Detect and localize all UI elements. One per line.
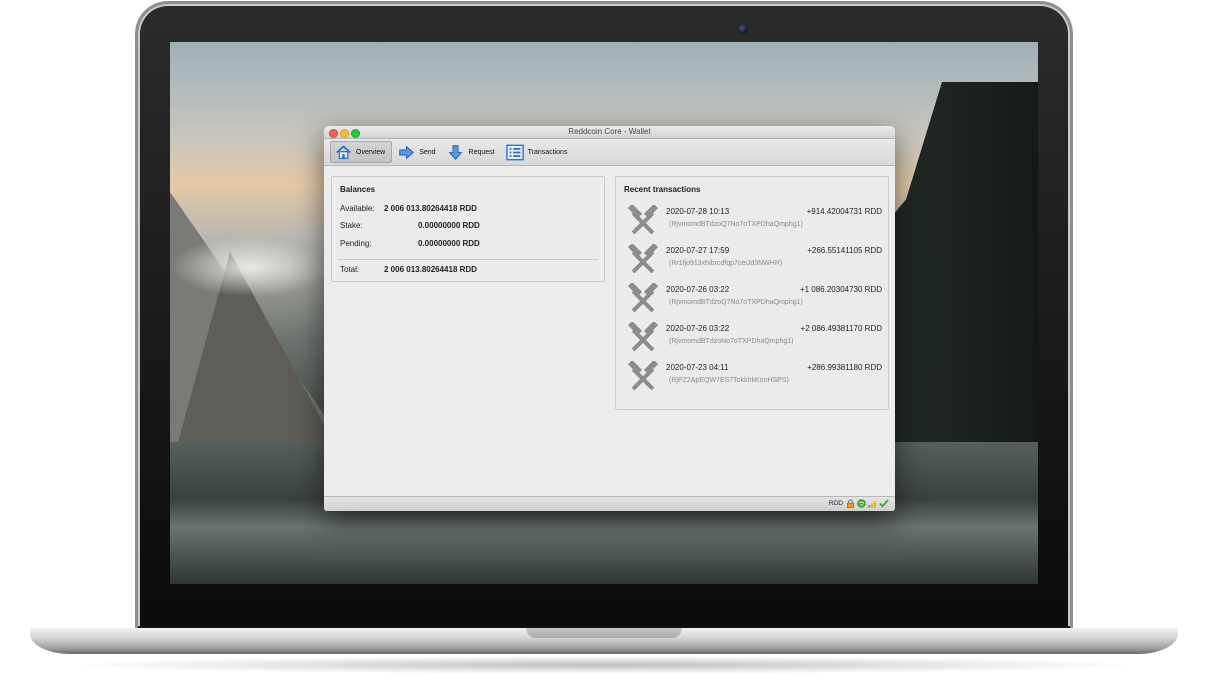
lock-icon (846, 499, 855, 508)
tab-request[interactable]: Request (444, 141, 501, 163)
total-value: 2 006 013.80264418 RDD (384, 265, 477, 274)
total-label: Total: (340, 265, 360, 274)
mined-hammers-icon (626, 203, 660, 239)
window-title: Reddcoin Core - Wallet (568, 127, 651, 136)
transaction-amount: +914.42004731 RDD (806, 207, 882, 216)
available-label: Available: (340, 204, 375, 213)
transaction-address: (RjvmomdBTdzoNo7oTXPDhaQmphg1) (669, 338, 794, 345)
window-titlebar[interactable]: Reddcoin Core - Wallet (324, 126, 895, 139)
tab-request-label: Request (468, 148, 495, 156)
transaction-address: (RjvmomdBTdzoQ7No7oTXPDhaQmphg1) (669, 299, 803, 306)
display-unit-selector[interactable]: RDD (829, 500, 843, 507)
wallet-window: Reddcoin Core - Wallet Overview Send Req… (324, 126, 895, 511)
transactions-list-icon (505, 143, 524, 161)
transaction-amount: +1 086.20304730 RDD (799, 285, 882, 294)
transaction-amount: +266.55141105 RDD (807, 246, 882, 255)
balances-panel: Balances Available: 2 006 013.80264418 R… (331, 176, 605, 282)
pending-label: Pending: (340, 239, 372, 248)
transaction-address: (RjPZ2ApEQW7ES7TokkhkKonHSPS) (669, 377, 789, 384)
staking-globe-icon (857, 499, 866, 508)
transaction-row[interactable]: 2020-07-26 03:22 +1 086.20304730 RDD (Rj… (624, 281, 882, 317)
transaction-date: 2020-07-26 03:22 (666, 324, 730, 333)
transaction-row[interactable]: 2020-07-28 10:13 +914.42004731 RDD (Rjvm… (624, 203, 882, 239)
balances-divider (338, 259, 598, 260)
laptop-notch (526, 628, 682, 638)
receive-arrow-icon (447, 143, 465, 161)
mined-hammers-icon (626, 359, 660, 395)
transaction-amount: +2 086.49381170 RDD (800, 324, 882, 333)
tab-send[interactable]: Send (394, 141, 441, 163)
transaction-row[interactable]: 2020-07-26 03:22 +2 086.49381170 RDD (Rj… (624, 320, 882, 356)
mined-hammers-icon (626, 320, 660, 356)
transaction-date: 2020-07-26 03:22 (666, 285, 730, 294)
mined-hammers-icon (626, 281, 660, 317)
overview-page: Balances Available: 2 006 013.80264418 R… (324, 166, 895, 499)
recent-transactions-title: Recent transactions (624, 185, 701, 194)
stake-label: Stake: (340, 221, 363, 230)
send-arrow-icon (397, 143, 415, 161)
balances-title: Balances (340, 185, 376, 194)
transaction-date: 2020-07-27 17:59 (666, 246, 730, 255)
pending-value: 0.00000000 RDD (418, 239, 480, 248)
transaction-row[interactable]: 2020-07-27 17:59 +266.55141105 RDD (Rr1f… (624, 242, 882, 278)
camera-icon (738, 24, 748, 34)
transaction-row[interactable]: 2020-07-23 04:11 +286.99381180 RDD (RjPZ… (624, 359, 882, 395)
available-value: 2 006 013.80264418 RDD (384, 204, 477, 213)
transaction-address: (Rr1fjo913xhibrcdfqp7ceiJd3NWHR) (669, 260, 783, 267)
laptop-shadow (60, 656, 1148, 674)
wallpaper-mist (170, 237, 330, 297)
mined-hammers-icon (626, 242, 660, 278)
transaction-amount: +286.99381180 RDD (807, 363, 882, 372)
transaction-date: 2020-07-23 04:11 (666, 363, 729, 372)
signal-bars-icon (868, 499, 877, 508)
tab-overview[interactable]: Overview (330, 141, 393, 163)
main-toolbar: Overview Send Request Transactions (324, 139, 895, 166)
synced-check-icon (879, 499, 889, 508)
status-bar: RDD (324, 496, 895, 511)
transaction-date: 2020-07-28 10:13 (666, 207, 730, 216)
tab-transactions-label: Transactions (527, 148, 568, 156)
home-icon (334, 143, 352, 161)
transaction-address: (RjvmomdBTdzoQ7No7oTXPDhaQmphg1) (669, 221, 803, 228)
tab-overview-label: Overview (356, 148, 386, 156)
tab-send-label: Send (419, 148, 436, 156)
recent-transactions-panel: Recent transactions 2020-07-28 10:13 +91… (615, 176, 889, 410)
laptop-base (30, 628, 1178, 654)
stake-value: 0.00000000 RDD (418, 221, 480, 230)
tab-transactions[interactable]: Transactions (503, 141, 574, 163)
